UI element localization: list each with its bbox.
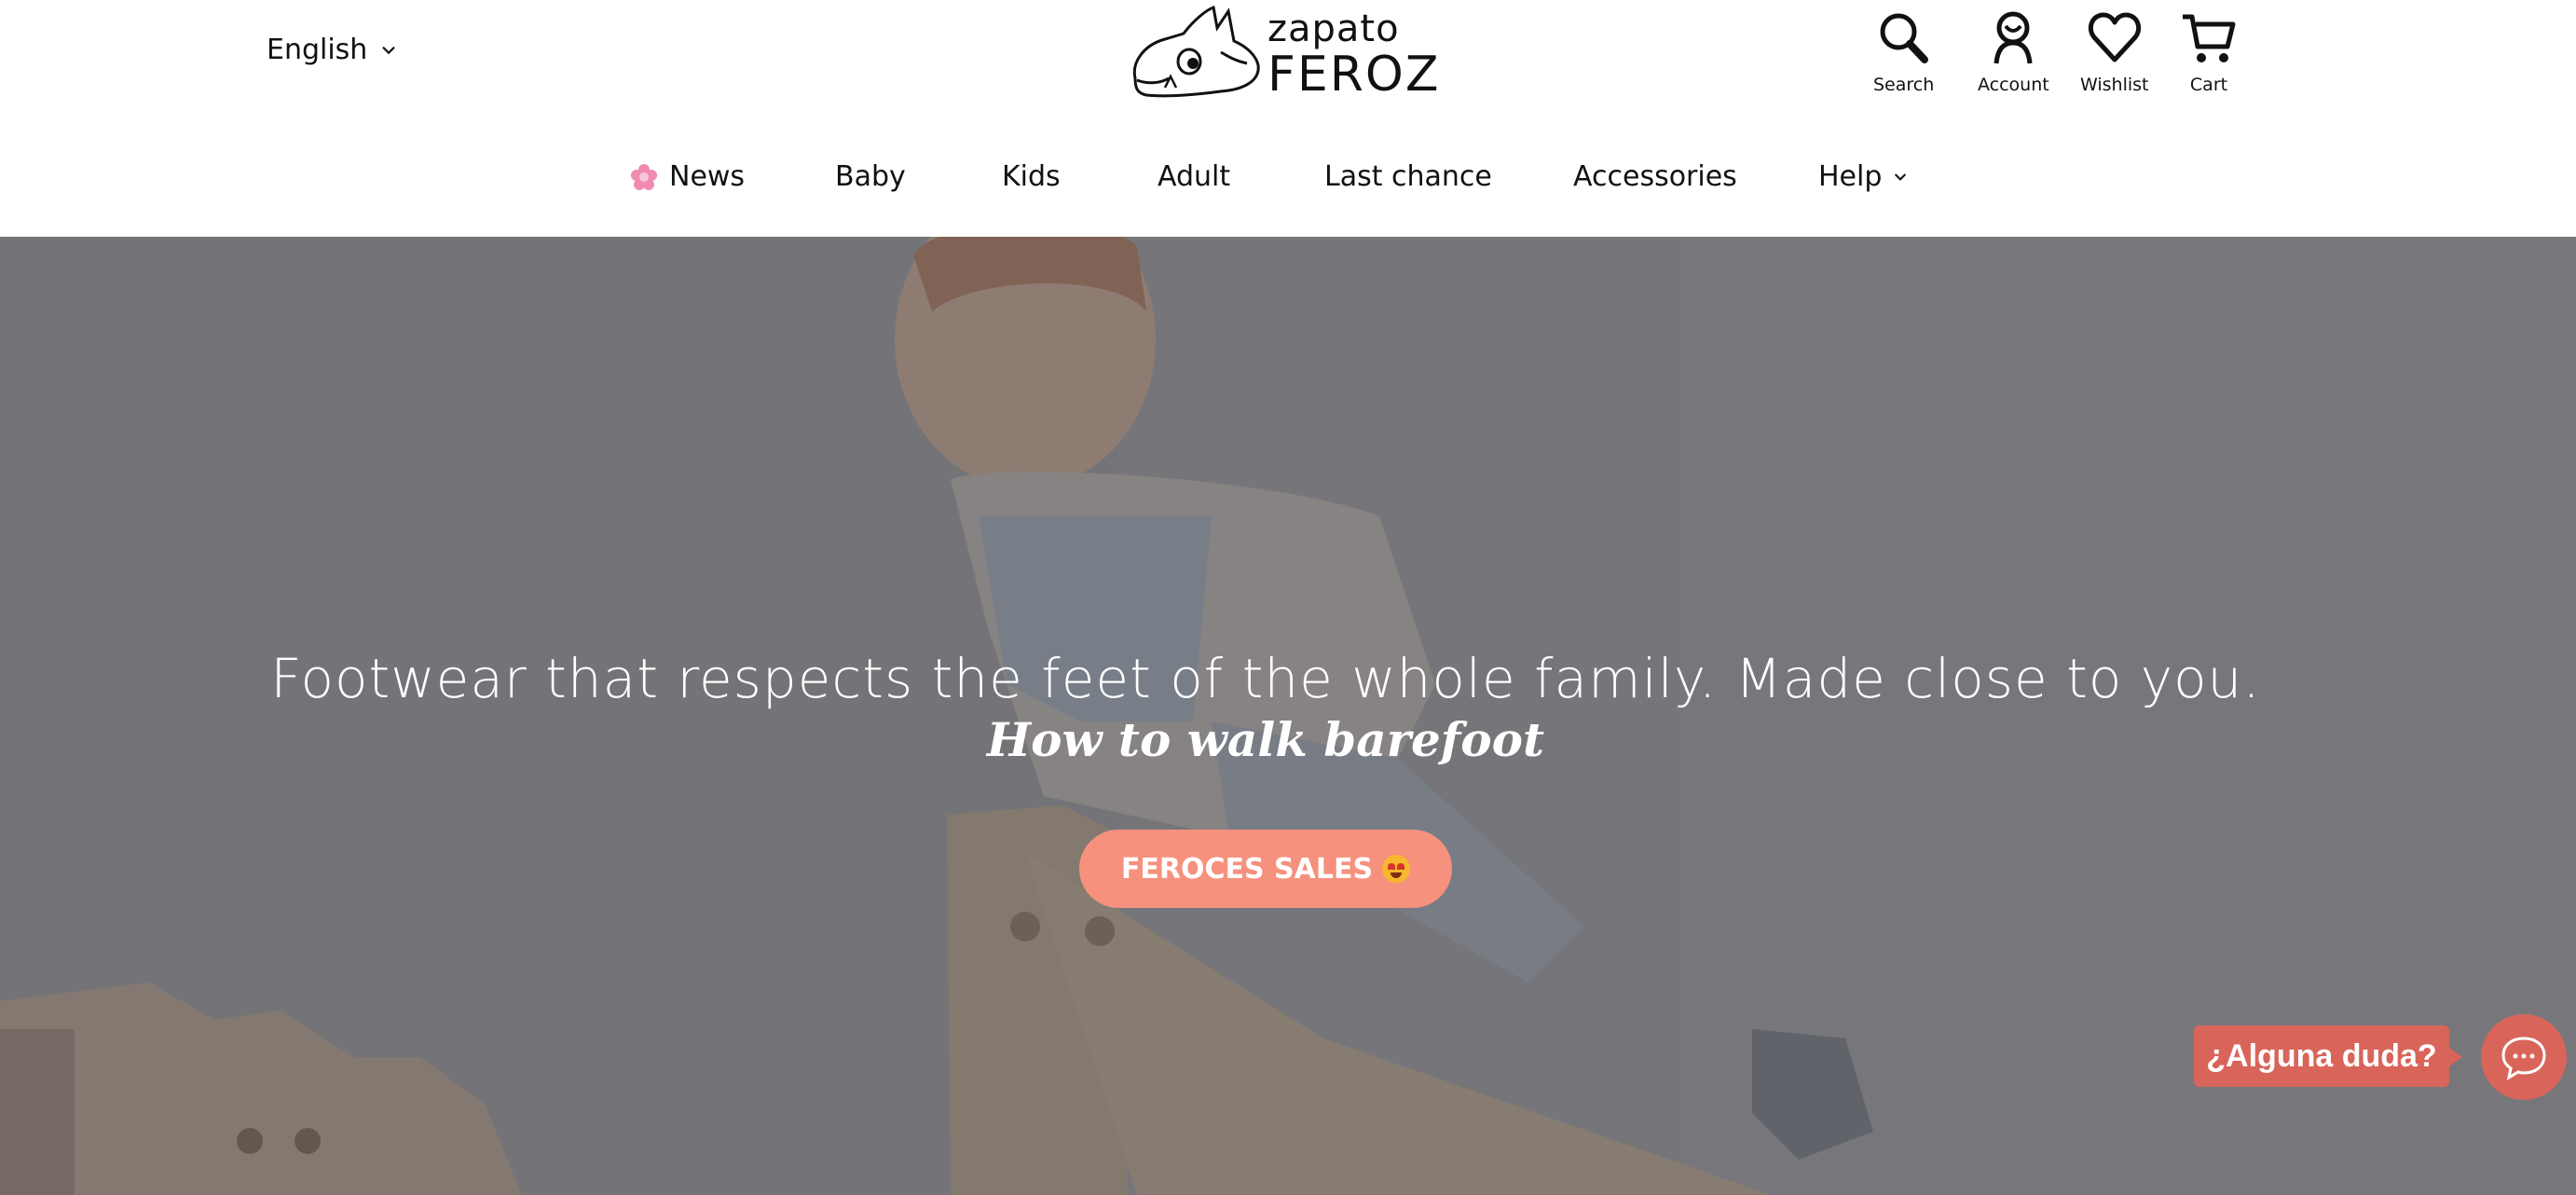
chat-prompt-bubble[interactable]: ¿Alguna duda?: [2194, 1025, 2462, 1087]
search-button[interactable]: Search: [1873, 9, 1934, 95]
nav-item-help[interactable]: Help: [1818, 160, 1908, 193]
heart-eyes-emoji-icon: [1382, 855, 1411, 883]
nav-label-help: Help: [1818, 160, 1883, 193]
logo-text-top: zapato: [1267, 7, 1400, 50]
nav-label-last-chance: Last chance: [1324, 160, 1492, 193]
language-selector[interactable]: English: [267, 34, 397, 66]
logo-text-bottom: FEROZ: [1267, 47, 1441, 103]
search-icon: [1880, 13, 1928, 63]
chat-bubble-icon: [2501, 1037, 2546, 1081]
nav-label-kids: Kids: [1002, 160, 1061, 193]
account-label: Account: [1978, 75, 2049, 95]
account-icon: [1994, 11, 2033, 64]
chat-prompt-text: ¿Alguna duda?: [2206, 1037, 2437, 1074]
hero-subtitle-link[interactable]: How to walk barefoot: [0, 712, 2531, 767]
nav-item-accessories[interactable]: Accessories: [1573, 160, 1737, 193]
chevron-down-icon: [382, 46, 395, 54]
cart-icon: [2183, 14, 2236, 62]
language-label: English: [267, 34, 368, 66]
header-icons: Search Account Wishlist Cart: [1864, 9, 2255, 103]
wishlist-icon: [2088, 12, 2141, 62]
search-label: Search: [1873, 75, 1935, 95]
nav-label-accessories: Accessories: [1573, 160, 1737, 193]
chevron-down-icon: [1895, 173, 1907, 181]
wishlist-button[interactable]: Wishlist: [2080, 9, 2149, 95]
site-header: English zapato FEROZ Search Account Wish…: [0, 0, 2576, 237]
cta-label: FEROCES SALES: [1120, 852, 1374, 886]
hero-title: Footwear that respects the feet of the w…: [270, 647, 2261, 710]
flower-icon: [631, 163, 657, 190]
brand-logo[interactable]: zapato FEROZ: [1128, 6, 1438, 103]
nav-item-last-chance[interactable]: Last chance: [1324, 160, 1492, 193]
hero-banner: Footwear that respects the feet of the w…: [0, 237, 2576, 1195]
wolf-logo-icon: [1132, 6, 1260, 98]
nav-label-baby: Baby: [835, 160, 906, 193]
feroces-sales-button[interactable]: FEROCES SALES: [1079, 830, 1452, 908]
nav-label-adult: Adult: [1158, 160, 1231, 193]
nav-item-baby[interactable]: Baby: [835, 160, 906, 193]
nav-item-news[interactable]: News: [630, 160, 745, 193]
cart-label: Cart: [2189, 75, 2228, 95]
nav-item-adult[interactable]: Adult: [1158, 160, 1230, 193]
nav-label-news: News: [669, 160, 746, 193]
cart-button[interactable]: Cart: [2181, 9, 2237, 95]
account-button[interactable]: Account: [1978, 9, 2049, 95]
nav-item-kids[interactable]: Kids: [1002, 160, 1061, 193]
chat-button[interactable]: [2481, 1014, 2567, 1100]
wishlist-label: Wishlist: [2080, 75, 2149, 95]
main-nav: News Baby Kids Adult Last chance Accesso…: [0, 160, 2576, 207]
